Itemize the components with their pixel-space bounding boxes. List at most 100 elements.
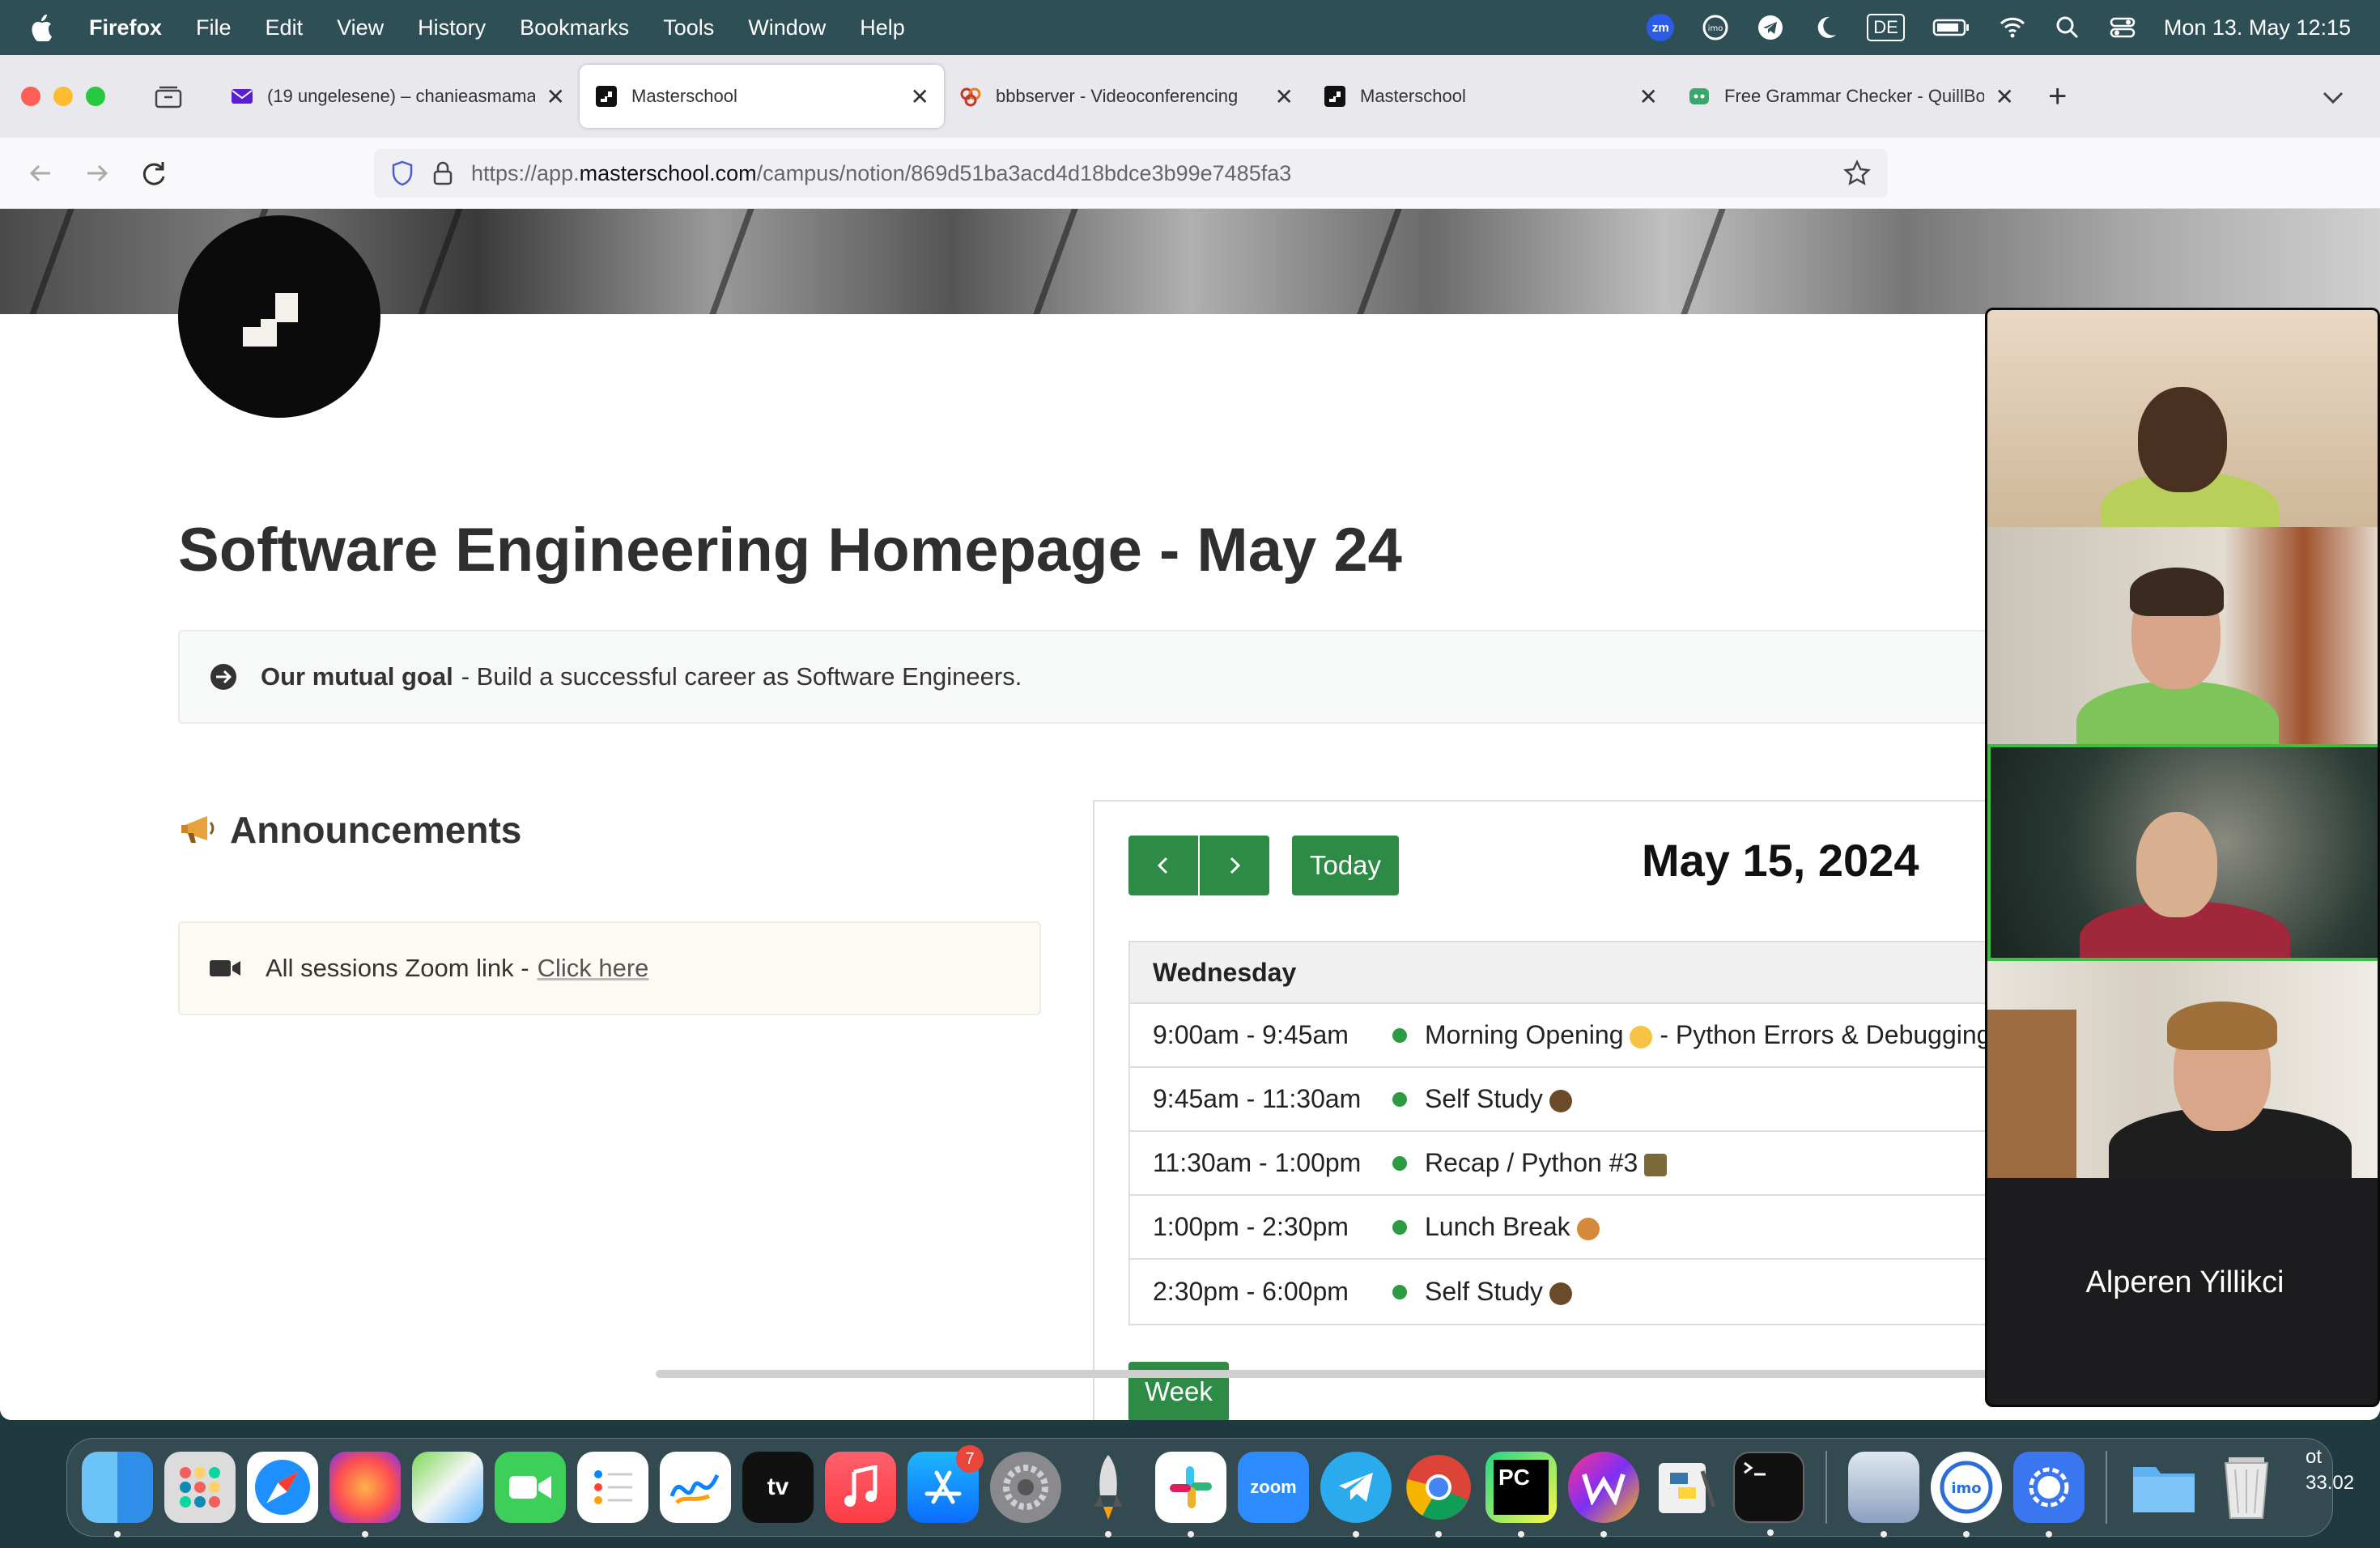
dock-telegram-icon[interactable]: [1320, 1452, 1392, 1537]
input-language-indicator[interactable]: DE: [1867, 14, 1905, 41]
dock-imo-icon[interactable]: imo: [1931, 1452, 2002, 1537]
telegram-status-icon[interactable]: [1757, 14, 1784, 41]
minimize-window-button[interactable]: [53, 87, 73, 106]
dock-webstorm-icon[interactable]: [1568, 1452, 1639, 1537]
menu-bar-clock[interactable]: Mon 13. May 12:15: [2164, 15, 2351, 40]
tab-bbbserver[interactable]: bbbserver - Videoconferencing ✕: [944, 65, 1308, 128]
imo-status-icon[interactable]: imo: [1702, 14, 1729, 41]
dock-finder-icon[interactable]: [82, 1452, 153, 1537]
dock-terminal-icon[interactable]: [1733, 1452, 1804, 1536]
dock-firefox-icon[interactable]: [329, 1452, 401, 1537]
zoom-video-panel[interactable]: Alperen Yillikci: [1985, 308, 2380, 1407]
menu-edit[interactable]: Edit: [266, 15, 304, 40]
dock-python-launcher-icon[interactable]: [1651, 1452, 1722, 1523]
menu-help[interactable]: Help: [860, 15, 905, 40]
tab-quillbot[interactable]: Free Grammar Checker - QuillBot ✕: [1672, 65, 2029, 128]
url-prefix: https://app.: [471, 160, 580, 185]
menu-window[interactable]: Window: [748, 15, 826, 40]
dock-launchpad-icon[interactable]: [164, 1452, 236, 1523]
active-speaker-video-tile[interactable]: [1987, 744, 2378, 961]
dock-tv-icon[interactable]: tv: [742, 1452, 814, 1523]
dock-reminders-icon[interactable]: [577, 1452, 648, 1523]
calendar-today-button[interactable]: Today: [1292, 836, 1399, 895]
bookmark-star-icon[interactable]: [1842, 159, 1872, 188]
lock-icon[interactable]: [432, 160, 453, 186]
tracking-protection-shield-icon[interactable]: [390, 159, 414, 187]
tab-masterschool-active[interactable]: Masterschool ✕: [580, 65, 944, 128]
dock-downloads-folder-icon[interactable]: [2128, 1452, 2199, 1523]
event-title: Lunch Break: [1425, 1212, 1600, 1242]
dock-trash-icon[interactable]: [2211, 1452, 2282, 1523]
calendar-next-button[interactable]: [1200, 836, 1269, 895]
list-all-tabs-chevron-icon[interactable]: [2318, 83, 2348, 112]
menu-bookmarks[interactable]: Bookmarks: [520, 15, 629, 40]
wifi-icon[interactable]: [1999, 14, 2026, 41]
dock-music-icon[interactable]: [825, 1452, 896, 1523]
close-window-button[interactable]: [21, 87, 40, 106]
dock-preview-icon[interactable]: [1848, 1452, 1919, 1537]
student-emoji-icon: [1549, 1089, 1572, 1112]
close-tab-icon[interactable]: ✕: [911, 83, 929, 110]
dock-zoom-icon[interactable]: zoom: [1238, 1452, 1309, 1523]
horizontal-scrollbar[interactable]: [656, 1370, 2032, 1378]
event-time: 2:30pm - 6:00pm: [1153, 1277, 1349, 1306]
close-tab-icon[interactable]: ✕: [1639, 83, 1658, 110]
dock-facetime-icon[interactable]: [495, 1452, 566, 1523]
zoom-link[interactable]: Click here: [538, 954, 649, 983]
close-tab-icon[interactable]: ✕: [1275, 83, 1294, 110]
participant-video-tile[interactable]: [1987, 961, 2378, 1178]
video-camera-icon: [210, 960, 240, 976]
tab-mail[interactable]: (19 ungelesene) – chanieasmamaw ✕: [215, 65, 580, 128]
masterschool-logo: [178, 215, 380, 418]
smile-emoji-icon: [1630, 1025, 1653, 1048]
event-time: 11:30am - 1:00pm: [1153, 1148, 1362, 1177]
menu-tools[interactable]: Tools: [663, 15, 714, 40]
tab-title: bbbserver - Videoconferencing: [996, 86, 1239, 106]
dock-pycharm-icon[interactable]: PC: [1485, 1452, 1557, 1537]
zoom-window-button[interactable]: [86, 87, 105, 106]
megaphone-icon: [181, 816, 215, 843]
url-domain: masterschool.com: [579, 160, 757, 185]
chevron-left-icon: [1157, 857, 1168, 874]
zoom-status-icon[interactable]: zm: [1647, 14, 1675, 41]
close-tab-icon[interactable]: ✕: [546, 83, 565, 110]
menu-view[interactable]: View: [337, 15, 384, 40]
dock-chrome-icon[interactable]: [1403, 1452, 1474, 1537]
dock-system-settings-icon[interactable]: [990, 1452, 1061, 1523]
dock-rocket-typist-icon[interactable]: [1073, 1452, 1144, 1537]
dock-slack-icon[interactable]: [1155, 1452, 1226, 1537]
dock-app-store-icon[interactable]: 7: [907, 1445, 984, 1523]
dock-safari-icon[interactable]: [247, 1452, 318, 1523]
apple-menu-icon[interactable]: [29, 14, 53, 41]
event-title: Morning Opening - Python Errors & Debugg…: [1425, 1020, 1991, 1049]
close-tab-icon[interactable]: ✕: [1995, 83, 2014, 110]
new-tab-button[interactable]: +: [2048, 79, 2067, 115]
burger-emoji-icon: [1576, 1217, 1600, 1240]
spotlight-search-icon[interactable]: [2054, 14, 2081, 41]
teacher-emoji-icon: [1644, 1153, 1668, 1176]
dock-freeform-icon[interactable]: [660, 1452, 731, 1523]
tab-overview-icon[interactable]: [154, 83, 183, 109]
address-bar[interactable]: https://app. masterschool.com/campus/noti…: [374, 149, 1888, 198]
zoom-link-text: All sessions Zoom link -: [266, 954, 529, 982]
dock-maps-icon[interactable]: [412, 1452, 483, 1523]
participant-video-tile[interactable]: [1987, 310, 2378, 527]
dock-signal-icon[interactable]: [2013, 1452, 2085, 1537]
tab-masterschool[interactable]: Masterschool ✕: [1308, 65, 1672, 128]
participant-video-tile[interactable]: [1987, 527, 2378, 744]
menu-app-name[interactable]: Firefox: [89, 15, 162, 40]
control-center-icon[interactable]: [2109, 14, 2136, 41]
reload-icon[interactable]: [138, 157, 170, 189]
moon-icon[interactable]: [1812, 14, 1839, 41]
event-title: Self Study: [1425, 1084, 1572, 1114]
calendar-prev-button[interactable]: [1128, 836, 1198, 895]
forward-arrow-icon[interactable]: [81, 157, 113, 189]
student-emoji-icon: [1549, 1282, 1572, 1305]
menu-file[interactable]: File: [196, 15, 232, 40]
desktop-widget-text: ot 33.02: [2306, 1446, 2355, 1494]
back-arrow-icon[interactable]: [24, 157, 57, 189]
battery-icon[interactable]: [1932, 14, 1971, 41]
menu-history[interactable]: History: [418, 15, 486, 40]
menu-bar: Firefox File Edit View History Bookmarks…: [0, 0, 2380, 55]
svg-text:imo: imo: [1951, 1480, 1981, 1497]
